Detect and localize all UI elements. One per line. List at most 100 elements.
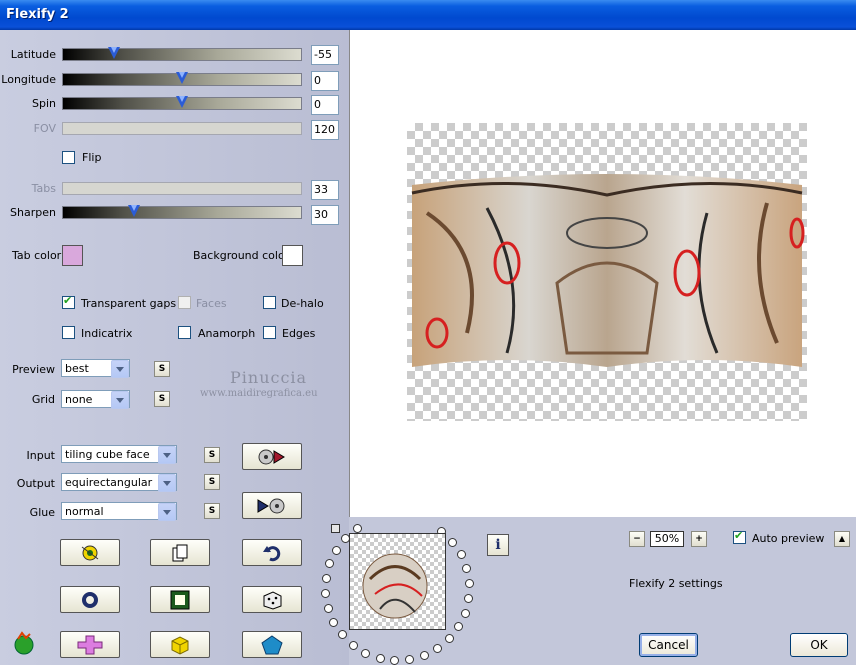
pentagon-shape-button[interactable] <box>242 631 302 658</box>
auto-preview-checkbox[interactable] <box>733 529 746 544</box>
de-halo-checkbox[interactable] <box>263 296 276 309</box>
collapse-button[interactable]: ▲ <box>834 531 850 547</box>
square-frame-icon <box>170 590 190 609</box>
play-input-button[interactable] <box>242 443 302 470</box>
title-bar[interactable]: Flexify 2 <box>0 0 856 30</box>
cross-shape-button[interactable] <box>60 631 120 658</box>
tabs-label: Tabs <box>31 182 56 195</box>
de-halo-label: De-halo <box>281 297 324 310</box>
preview-select[interactable]: best <box>61 359 130 378</box>
preview-label: Preview <box>12 363 55 376</box>
navigator-dot[interactable] <box>321 573 331 583</box>
chevron-down-icon[interactable] <box>158 446 176 464</box>
flip-label: Flip <box>82 151 102 164</box>
play-disc-icon <box>257 498 285 513</box>
indicatrix-label: Indicatrix <box>81 327 133 340</box>
navigator-handle-icon[interactable] <box>331 524 340 533</box>
chevron-down-icon[interactable] <box>158 474 176 492</box>
longitude-slider-thumb[interactable] <box>176 72 188 86</box>
chevron-down-icon[interactable] <box>111 391 129 409</box>
sharpen-field[interactable]: 30 <box>311 205 339 225</box>
input-select-value: tiling cube face <box>65 448 150 461</box>
cross-icon <box>77 635 103 654</box>
navigator-dot[interactable] <box>337 630 347 640</box>
edges-checkbox[interactable] <box>263 326 276 339</box>
preview-canvas[interactable] <box>349 30 856 517</box>
random-cube-icon <box>81 545 99 560</box>
glue-select-value: normal <box>65 505 104 518</box>
navigator-dot[interactable] <box>348 640 358 650</box>
ok-button[interactable]: OK <box>790 633 848 657</box>
pentagon-icon <box>261 634 283 654</box>
navigator-dot[interactable] <box>352 524 362 534</box>
undo-button[interactable] <box>242 539 302 566</box>
dice-button[interactable] <box>242 586 302 613</box>
navigator-sphere-image <box>362 553 428 619</box>
navigator-dot[interactable] <box>456 550 466 560</box>
settings-label: Flexify 2 settings <box>629 577 723 590</box>
square-shape-button[interactable] <box>150 586 210 613</box>
sharpen-slider-thumb[interactable] <box>128 205 140 219</box>
flexify-logo-icon <box>12 631 36 655</box>
cancel-button[interactable]: Cancel <box>639 633 698 657</box>
longitude-field[interactable]: 0 <box>311 71 339 91</box>
spin-slider-thumb[interactable] <box>176 96 188 110</box>
navigator-dot[interactable] <box>460 608 470 618</box>
indicatrix-checkbox[interactable] <box>62 326 75 339</box>
preview-save-button[interactable]: S <box>154 361 170 377</box>
faces-checkbox <box>178 296 191 309</box>
anamorph-checkbox[interactable] <box>178 326 191 339</box>
navigator-dot[interactable] <box>433 643 443 653</box>
output-save-button[interactable]: S <box>204 474 220 490</box>
input-save-button[interactable]: S <box>204 447 220 463</box>
latitude-slider[interactable] <box>62 47 302 61</box>
tab-color-swatch[interactable] <box>62 245 83 266</box>
edges-label: Edges <box>282 327 316 340</box>
output-select[interactable]: equirectangular <box>61 473 177 492</box>
navigator-dot[interactable] <box>323 603 333 613</box>
flip-checkbox[interactable] <box>62 151 75 164</box>
zoom-out-button[interactable]: − <box>629 531 645 547</box>
navigator-dot[interactable] <box>419 650 429 660</box>
glue-save-button[interactable]: S <box>204 503 220 519</box>
longitude-slider[interactable] <box>62 72 302 86</box>
glue-select[interactable]: normal <box>61 502 177 521</box>
navigator-dot[interactable] <box>331 545 341 555</box>
transparent-gaps-label: Transparent gaps <box>81 297 177 310</box>
navigator-dot[interactable] <box>444 634 454 644</box>
copy-button[interactable] <box>150 539 210 566</box>
background-color-swatch[interactable] <box>282 245 303 266</box>
fov-field: 120 <box>311 120 339 140</box>
navigator-dot[interactable] <box>464 579 474 589</box>
latitude-field[interactable]: -55 <box>311 45 339 65</box>
sharpen-slider[interactable] <box>62 205 302 219</box>
navigator-dot[interactable] <box>375 653 385 663</box>
undo-icon <box>263 545 281 561</box>
disc-play-icon <box>258 449 285 464</box>
navigator-thumbnail[interactable] <box>349 533 446 630</box>
spin-field[interactable]: 0 <box>311 95 339 115</box>
latitude-slider-thumb[interactable] <box>108 47 120 61</box>
transparent-gaps-checkbox[interactable] <box>62 294 75 309</box>
randomize-button[interactable] <box>60 539 120 566</box>
copy-icon <box>172 544 188 561</box>
grid-save-button[interactable]: S <box>154 391 170 407</box>
background-color-label: Background color <box>193 249 290 262</box>
grid-select[interactable]: none <box>61 390 130 409</box>
preview-image <box>411 174 805 367</box>
zoom-in-button[interactable]: + <box>691 531 707 547</box>
navigator-dot[interactable] <box>448 537 458 547</box>
chevron-down-icon[interactable] <box>158 503 176 521</box>
window-title: Flexify 2 <box>6 7 69 22</box>
cube-shape-button[interactable] <box>150 631 210 658</box>
play-output-button[interactable] <box>242 492 302 519</box>
spin-slider[interactable] <box>62 96 302 110</box>
output-select-value: equirectangular <box>65 476 153 489</box>
circle-shape-button[interactable] <box>60 586 120 613</box>
info-button[interactable]: i <box>487 534 509 556</box>
chevron-down-icon[interactable] <box>111 360 129 378</box>
output-label: Output <box>16 477 55 490</box>
latitude-label: Latitude <box>10 48 56 61</box>
tabs-slider <box>62 182 302 195</box>
input-select[interactable]: tiling cube face <box>61 445 177 464</box>
